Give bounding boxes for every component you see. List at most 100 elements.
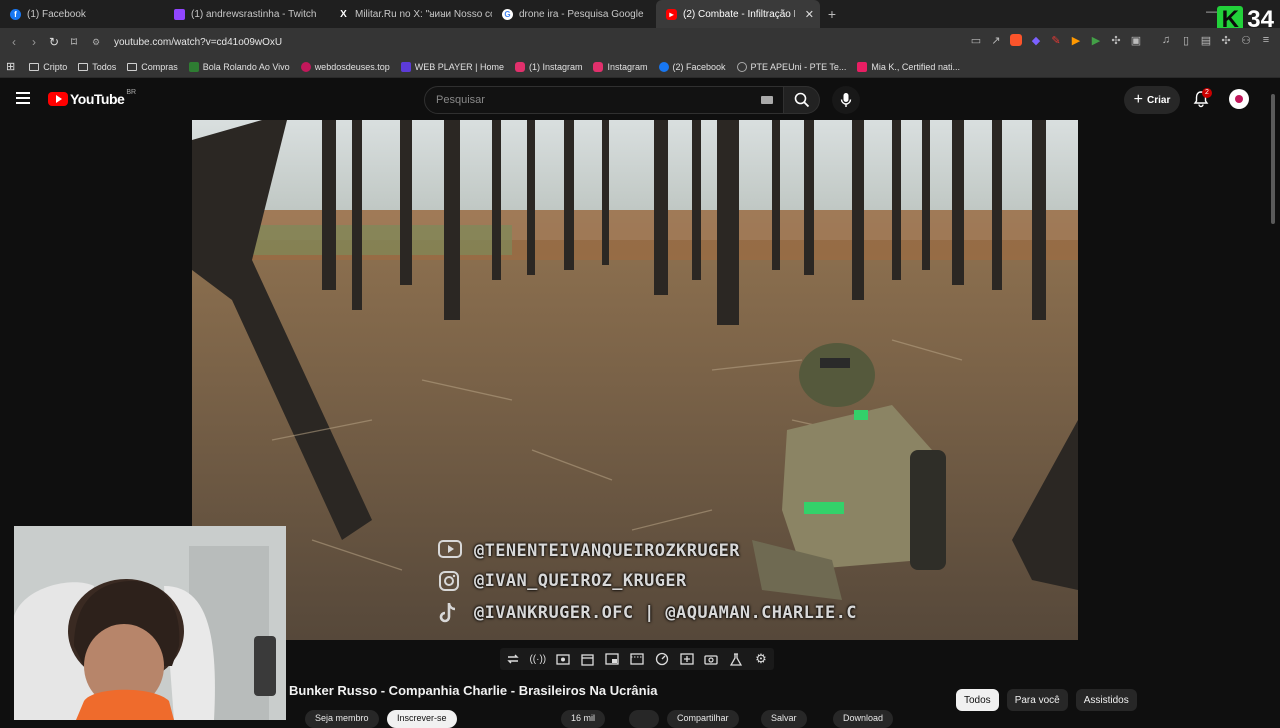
menu-icon[interactable] <box>16 92 30 104</box>
sidebar-icon[interactable]: ▯ <box>1180 34 1192 47</box>
bookmark-mia-k[interactable]: Mia K., Certified nati... <box>857 61 960 72</box>
search-input[interactable]: Pesquisar <box>424 86 784 114</box>
video-frame <box>192 120 1078 640</box>
music-icon[interactable]: ♫ <box>1160 34 1172 46</box>
forward-icon[interactable]: › <box>24 35 44 49</box>
streamer-webcam-image <box>14 526 286 720</box>
subscribe-button[interactable]: Inscrever-se <box>387 710 457 728</box>
url-text: youtube.com/watch?v=cd41o09wOxU <box>114 36 283 48</box>
save-button[interactable]: Salvar <box>761 710 807 728</box>
flask-icon[interactable] <box>729 652 743 666</box>
extensions-area: ▭ ↗ ◆ ✎ ▶ ▶ ✣ ▣ ♫ ▯ ▤ ✣ ⚇ ≡ <box>970 34 1272 47</box>
extension-icon[interactable]: ✎ <box>1050 34 1062 47</box>
bookmark-web-player[interactable]: WEB PLAYER | Home <box>400 61 504 72</box>
microphone-icon <box>840 93 852 107</box>
chip-todos[interactable]: Todos <box>956 689 999 711</box>
add-box-icon[interactable] <box>679 652 694 666</box>
extension-icon[interactable]: ⚇ <box>1240 34 1252 47</box>
chip-para-voce[interactable]: Para você <box>1006 689 1068 711</box>
youtube-icon <box>48 92 68 106</box>
facebook-icon <box>658 61 669 72</box>
extension-icon[interactable]: ▶ <box>1070 34 1082 47</box>
be-member-button[interactable]: Seja membro <box>305 710 379 728</box>
like-button[interactable]: 16 mil <box>561 710 606 728</box>
url-field[interactable]: ⚙ youtube.com/watch?v=cd41o09wOxU <box>92 32 942 52</box>
notification-badge: 2 <box>1202 88 1212 98</box>
bookmark-bola-rolando[interactable]: Bola Rolando Ao Vivo <box>188 61 290 72</box>
screenshot-icon[interactable] <box>555 652 570 666</box>
overlay-text: @IVANKRUGER.OFC | @AQUAMAN.CHARLIE.C <box>474 603 857 623</box>
bookmark-pte-apeuni[interactable]: PTE APEUni - PTE Te... <box>736 61 846 72</box>
globe-icon <box>736 61 747 72</box>
create-button[interactable]: + Criar <box>1124 86 1180 114</box>
extension-icon[interactable]: ▣ <box>1130 34 1142 47</box>
bookmark-webdosdeuses[interactable]: webdosdeuses.top <box>300 61 390 72</box>
browser-tab-twitch[interactable]: (1) andrewsrastinha - Twitch <box>164 0 328 28</box>
brave-shield-icon[interactable] <box>1010 34 1022 46</box>
bookmark-instagram[interactable]: Instagram <box>593 61 648 72</box>
wallet-icon[interactable]: ▤ <box>1200 34 1212 47</box>
extension-icon[interactable]: ◆ <box>1030 34 1042 47</box>
site-info-icon[interactable]: ⚙ <box>92 37 106 48</box>
broadcast-icon[interactable]: ((·)) <box>529 652 546 666</box>
share-icon[interactable]: ↗ <box>990 34 1002 47</box>
bookmark-label: Instagram <box>607 61 648 72</box>
bookmark-instagram-1[interactable]: (1) Instagram <box>514 61 583 72</box>
puzzle-icon[interactable]: ✣ <box>1110 34 1122 47</box>
speed-icon[interactable] <box>655 652 669 666</box>
folder-icon <box>29 62 40 71</box>
bookmark-label: (1) Instagram <box>528 61 583 72</box>
loop-icon[interactable] <box>506 652 520 666</box>
bookmark-label: Cripto <box>43 61 68 72</box>
bookmark-todos[interactable]: Todos <box>78 62 116 72</box>
back-icon[interactable]: ‹ <box>4 35 24 49</box>
browser-tab-google[interactable]: G drone ira - Pesquisa Google <box>492 0 656 28</box>
page-scrollbar[interactable] <box>1270 82 1276 720</box>
apps-icon[interactable]: ⊞ <box>6 60 15 73</box>
bookmark-compras[interactable]: Compras <box>127 62 178 72</box>
browser-tab-facebook[interactable]: f (1) Facebook <box>0 0 164 28</box>
bookmark-facebook[interactable]: (2) Facebook <box>658 61 726 72</box>
share-button[interactable]: Compartilhar <box>667 710 739 728</box>
chip-assistidos[interactable]: Assistidos <box>1075 689 1137 711</box>
youtube-logo[interactable]: YouTube BR <box>48 89 136 107</box>
overlay-line-instagram: @IVAN_QUEIROZ_KRUGER <box>438 570 687 592</box>
keyboard-icon[interactable] <box>761 96 773 104</box>
player-toolbar: ((·)) ⚙ <box>500 648 774 670</box>
bookmark-label: (2) Facebook <box>672 61 726 72</box>
cast-icon[interactable]: ▭ <box>970 34 982 47</box>
video-player[interactable]: @TENENTEIVANQUEIROZKRUGER @IVAN_QUEIROZ_… <box>192 120 1078 640</box>
youtube-icon <box>438 540 462 562</box>
download-button[interactable]: Download <box>833 710 894 728</box>
search-icon <box>794 92 809 108</box>
filmstrip-icon[interactable] <box>630 652 644 666</box>
tab-label: (1) Facebook <box>27 8 86 20</box>
dislike-button[interactable] <box>629 710 659 728</box>
overlay-text: @IVAN_QUEIROZ_KRUGER <box>474 571 687 591</box>
browser-tab-youtube[interactable]: ▸ (2) Combate - Infiltração E Explo ✕ <box>656 0 820 28</box>
bookmarks-bar: ⊞ Cripto Todos Compras Bola Rolando Ao V… <box>0 56 1280 78</box>
calendar-icon[interactable] <box>580 652 594 666</box>
close-tab-icon[interactable]: ✕ <box>805 8 814 21</box>
camera-icon[interactable] <box>704 652 719 666</box>
bookmark-cripto[interactable]: Cripto <box>29 62 67 72</box>
menu-icon[interactable]: ≡ <box>1260 34 1272 46</box>
pip-icon[interactable] <box>605 652 619 666</box>
search-button[interactable] <box>784 86 820 114</box>
instagram-icon <box>438 570 462 592</box>
avatar[interactable] <box>1229 89 1249 109</box>
notifications-button[interactable]: 2 <box>1192 88 1212 110</box>
voice-search-button[interactable] <box>832 86 860 114</box>
site-icon <box>188 61 199 72</box>
settings-gear-icon[interactable]: ⚙ <box>754 651 768 666</box>
extension-icon[interactable]: ▶ <box>1090 34 1102 47</box>
browser-tab-x[interactable]: X Militar.Ru no X: "ᴚᴎᴚᴎ Nosso compat <box>328 0 492 28</box>
bookmark-label: WEB PLAYER | Home <box>414 61 504 72</box>
tiktok-icon <box>438 602 462 624</box>
scrollbar-thumb[interactable] <box>1271 94 1275 224</box>
bookmark-icon[interactable]: ⌑ <box>64 35 84 49</box>
reload-icon[interactable]: ↻ <box>44 35 64 49</box>
tab-label: (2) Combate - Infiltração E Explo <box>683 8 795 20</box>
extension-icon[interactable]: ✣ <box>1220 34 1232 47</box>
new-tab-button[interactable]: + <box>820 6 844 22</box>
